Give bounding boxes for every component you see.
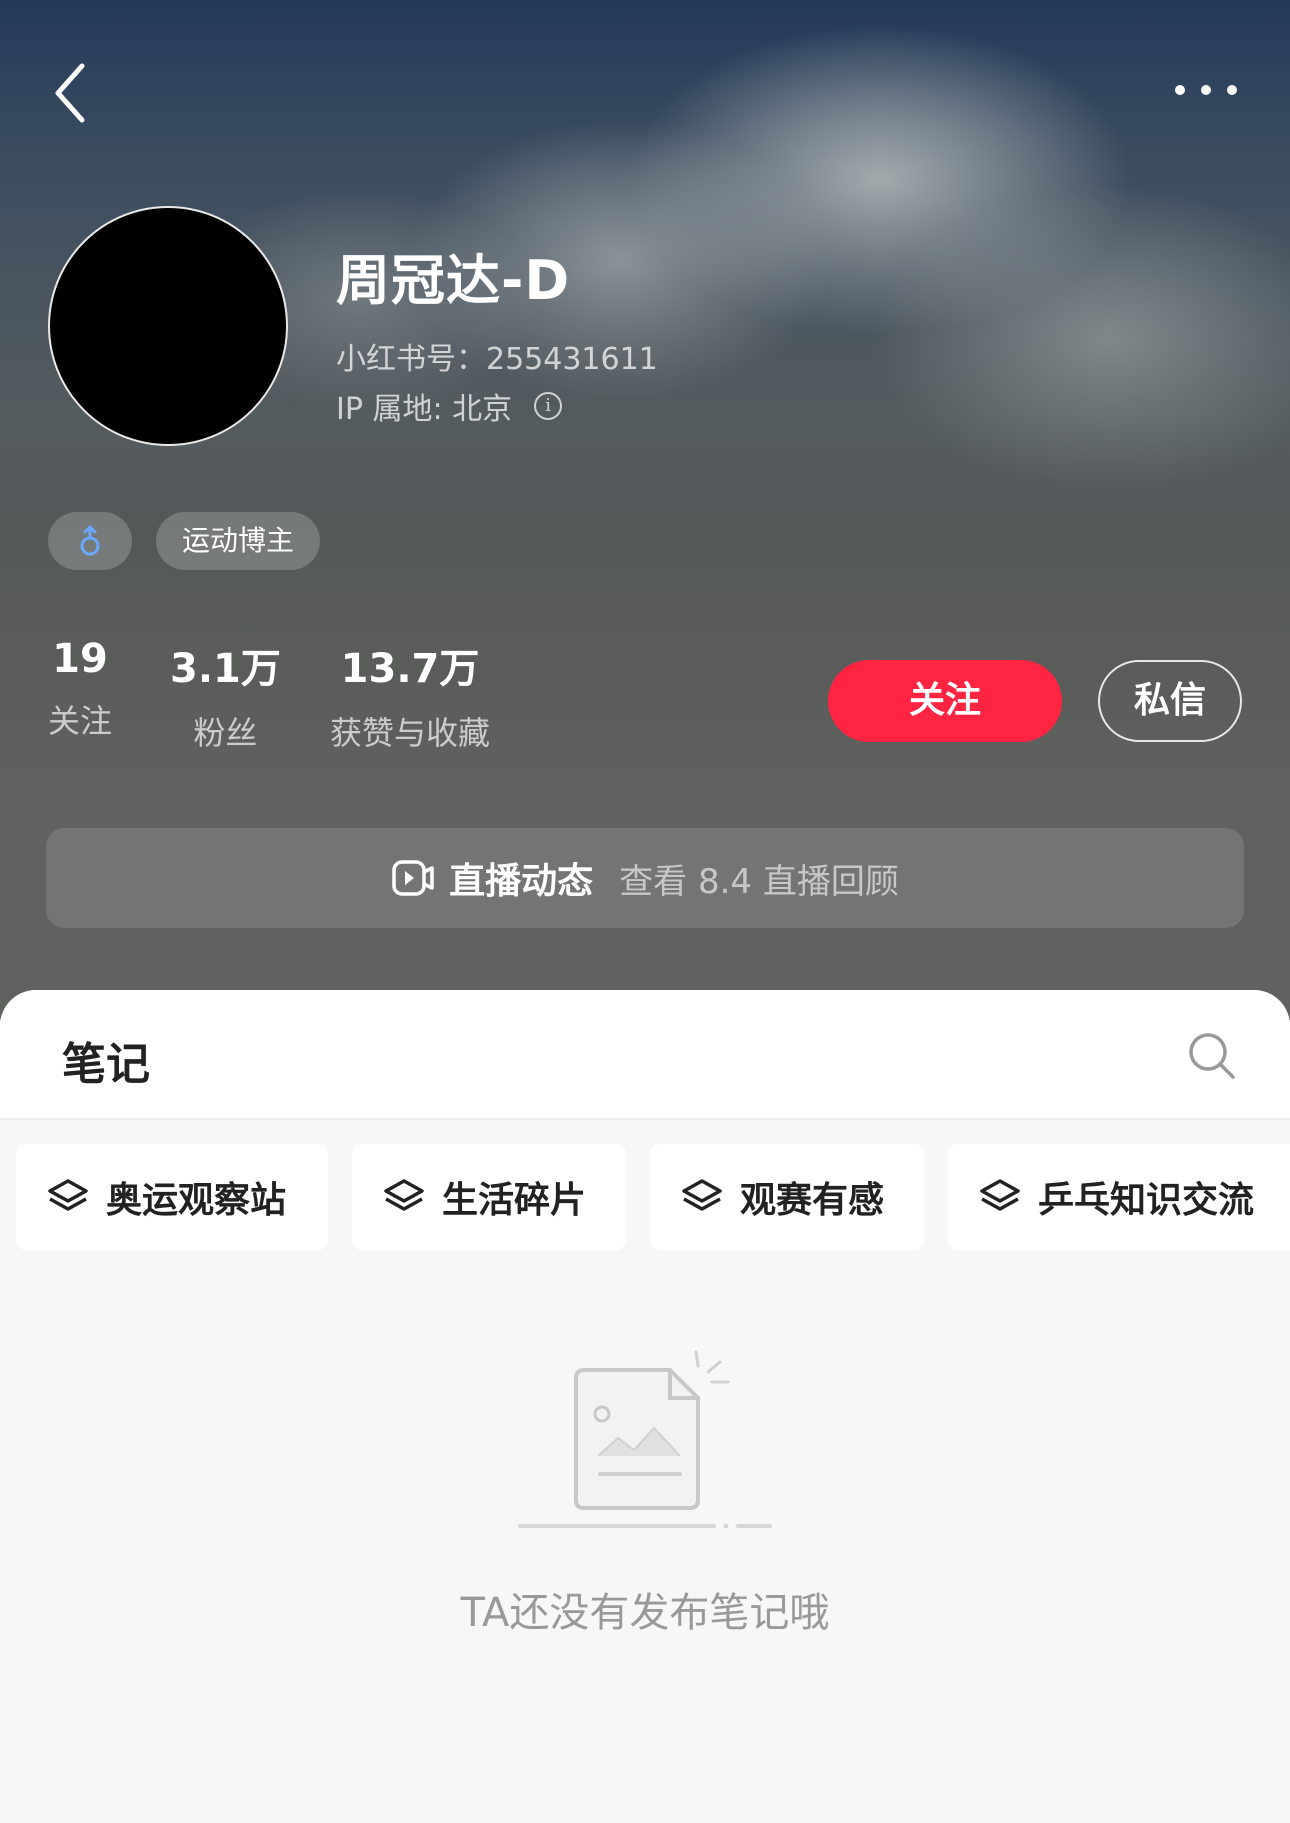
stat-label: 关注: [48, 702, 113, 740]
collection-chip[interactable]: 奥运观察站: [16, 1144, 328, 1250]
tab-notes[interactable]: 笔记: [62, 1028, 150, 1092]
layers-icon: [980, 1179, 1020, 1211]
live-video-icon: [392, 860, 434, 896]
collection-label: 乒乓知识交流: [1038, 1180, 1255, 1221]
stat-value: 13.7万: [340, 646, 480, 692]
collection-chip[interactable]: 生活碎片: [352, 1144, 626, 1250]
layers-icon: [48, 1179, 88, 1211]
collection-label: 观赛有感: [740, 1180, 885, 1221]
empty-notes-illustration: [518, 1350, 772, 1529]
account-id: 小红书号：255431611: [336, 342, 658, 377]
gender-tag: [48, 512, 132, 570]
notes-header: 笔记: [0, 990, 1290, 1120]
stat-label: 获赞与收藏: [330, 714, 491, 752]
live-subtitle: 查看 8.4 直播回顾: [619, 861, 899, 902]
ip-location-row: IP 属地: 北京 i: [336, 384, 563, 428]
info-icon[interactable]: i: [534, 392, 563, 420]
ip-location-text: IP 属地: 北京: [336, 392, 513, 427]
back-button[interactable]: [46, 58, 96, 128]
follow-button[interactable]: 关注: [828, 660, 1062, 742]
more-options-button[interactable]: [1172, 70, 1242, 110]
collection-label: 生活碎片: [442, 1180, 587, 1221]
stat-likes-collects[interactable]: 13.7万 获赞与收藏: [330, 636, 490, 754]
layers-icon: [682, 1179, 722, 1211]
chevron-left-icon: [55, 63, 85, 123]
role-tag: 运动博主: [156, 512, 321, 570]
notes-panel: 笔记 奥运观察站 生活碎片 观赛有感 乒乓知识交流 TA还没有发布笔记哦: [0, 990, 1290, 1823]
search-button[interactable]: [1186, 1030, 1238, 1082]
avatar[interactable]: [48, 206, 288, 446]
stat-label: 粉丝: [193, 714, 258, 752]
live-replay-banner[interactable]: 直播动态 查看 8.4 直播回顾: [46, 828, 1244, 928]
more-dots-icon: [1175, 85, 1237, 95]
search-icon: [1189, 1033, 1235, 1079]
stat-value: 19: [52, 636, 108, 682]
stat-value: 3.1万: [170, 646, 281, 692]
stat-fans[interactable]: 3.1万 粉丝: [170, 636, 281, 754]
collection-label: 奥运观察站: [106, 1180, 287, 1221]
live-title: 直播动态: [449, 861, 594, 902]
stat-following[interactable]: 19 关注: [48, 636, 112, 742]
collection-chip[interactable]: 乒乓知识交流: [948, 1144, 1290, 1250]
layers-icon: [384, 1179, 424, 1211]
collection-chip[interactable]: 观赛有感: [650, 1144, 924, 1250]
male-symbol-icon: [80, 525, 100, 556]
collection-chips: 奥运观察站 生活碎片 观赛有感 乒乓知识交流: [16, 1144, 1290, 1250]
empty-notes-message: TA还没有发布笔记哦: [460, 1590, 830, 1636]
profile-nickname: 周冠达-D: [336, 249, 571, 312]
message-button[interactable]: 私信: [1098, 660, 1242, 742]
